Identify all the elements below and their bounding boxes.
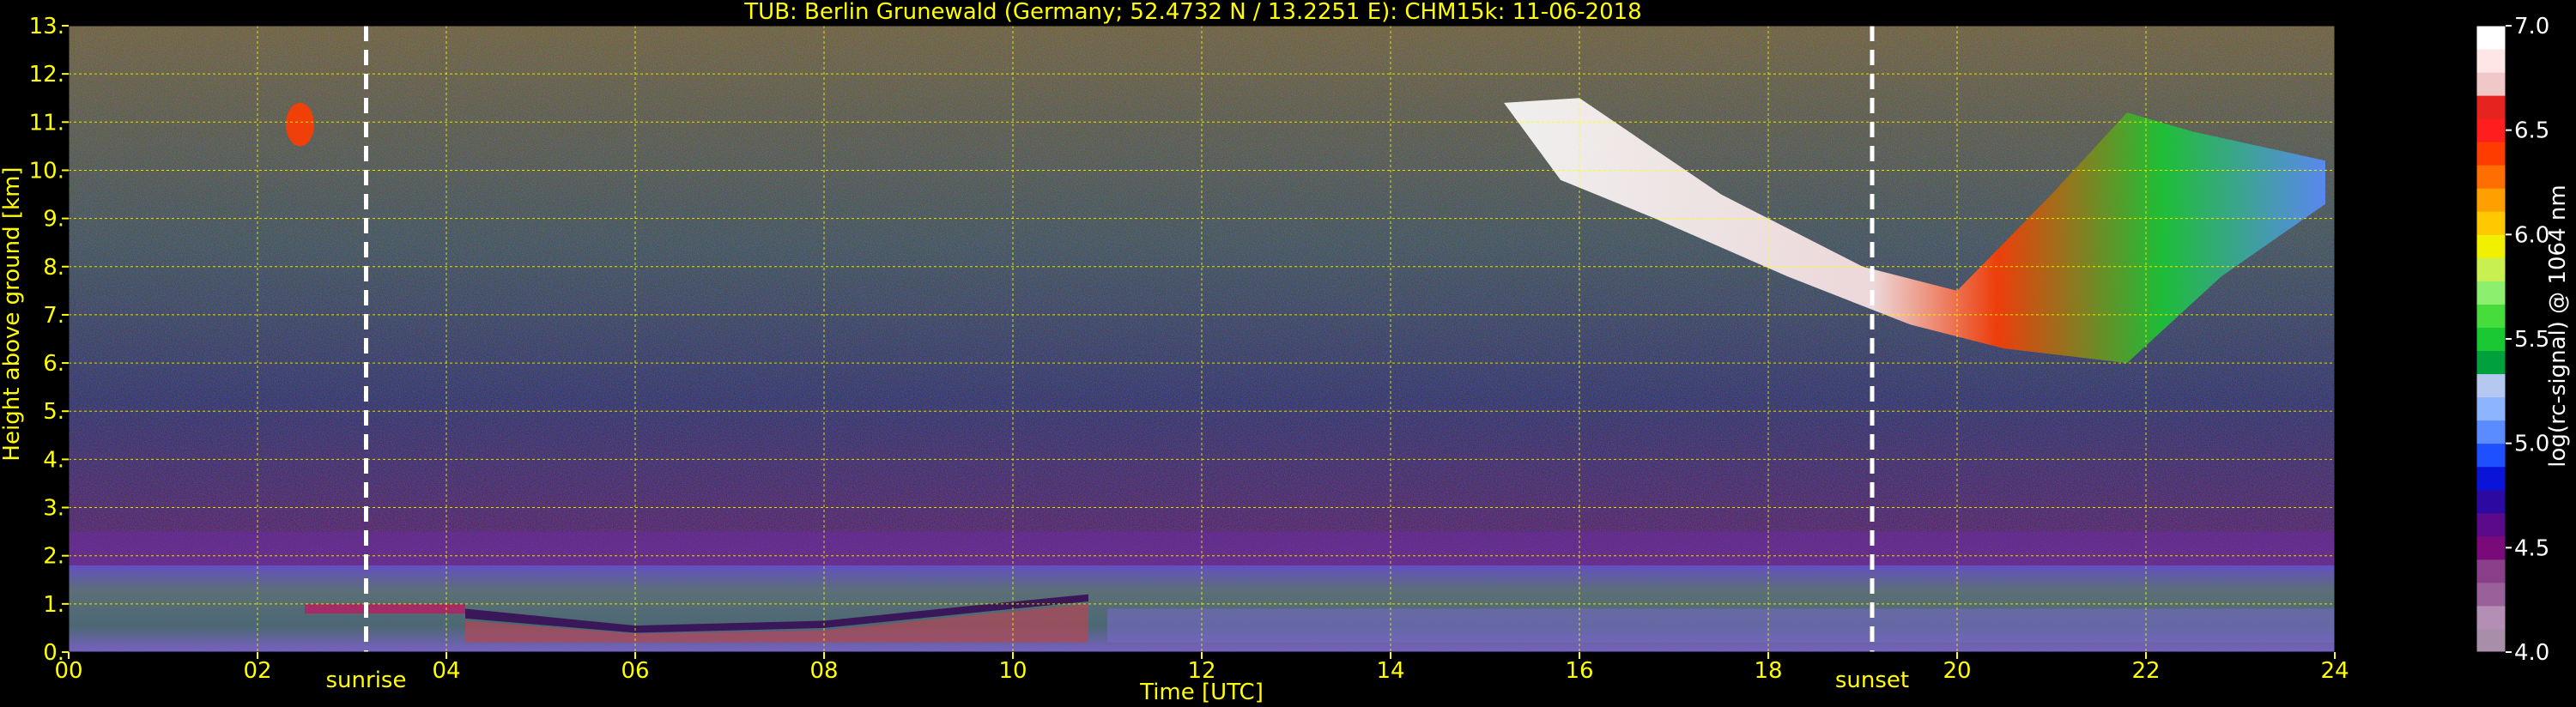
colorbar-segment xyxy=(2476,466,2506,491)
colorbar-segment xyxy=(2476,257,2506,281)
colorbar-segment xyxy=(2476,142,2506,166)
colorbar-segment xyxy=(2476,420,2506,444)
colorbar-segment xyxy=(2476,327,2506,352)
x-tick-label: 08 xyxy=(809,658,838,684)
colorbar-segment xyxy=(2476,582,2506,607)
colorbar-segment xyxy=(2476,350,2506,375)
colorbar-tick-label: 4.0 xyxy=(2514,640,2549,666)
colorbar-tick-label: 4.5 xyxy=(2514,535,2549,561)
colorbar-segment xyxy=(2476,373,2506,398)
y-tick-label: 9. xyxy=(43,207,64,233)
x-tick-label: 18 xyxy=(1754,658,1782,684)
y-tick-label: 3. xyxy=(43,496,64,522)
night-cloud xyxy=(286,102,314,147)
y-tick-label: 4. xyxy=(43,447,64,473)
colorbar-segment xyxy=(2476,628,2506,653)
y-tick-label: 2. xyxy=(43,544,64,570)
colorbar-tick-label: 7.0 xyxy=(2514,14,2549,39)
colorbar-segment xyxy=(2476,118,2506,142)
colorbar-segment xyxy=(2476,443,2506,468)
y-tick-label: 6. xyxy=(43,351,64,377)
ceilometer-figure: sunrise sunset 00 02 04 06 08 10 12 14 16 18 20 22 24… xyxy=(0,0,2571,705)
x-tick-label: 22 xyxy=(2131,658,2160,684)
colorbar-segment xyxy=(2476,26,2506,50)
colorbar-segment xyxy=(2476,95,2506,119)
y-axis-label: Height above ground [km] xyxy=(0,166,25,461)
colorbar-segment xyxy=(2476,281,2506,305)
colorbar-segment xyxy=(2476,559,2506,583)
y-tick-label: 11. xyxy=(29,110,64,136)
colorbar-segment xyxy=(2476,489,2506,514)
y-tick-label: 5. xyxy=(43,399,64,425)
colorbar: 4.04.55.05.56.06.57.0 xyxy=(2476,14,2549,666)
colorbar-segment xyxy=(2476,165,2506,189)
sunset-label: sunset xyxy=(1835,668,1909,693)
colorbar-segment xyxy=(2476,535,2506,560)
colorbar-label: log(rc-signal) @ 1064 nm xyxy=(2545,184,2571,467)
colorbar-segment xyxy=(2476,512,2506,537)
colorbar-segment xyxy=(2476,234,2506,258)
x-tick-label: 10 xyxy=(998,658,1027,684)
colorbar-segment xyxy=(2476,304,2506,328)
y-tick-label: 7. xyxy=(43,303,64,329)
x-tick-label: 20 xyxy=(1943,658,1971,684)
colorbar-segment xyxy=(2476,188,2506,212)
y-tick-label: 1. xyxy=(43,592,64,618)
chart-title: TUB: Berlin Grunewald (Germany; 52.4732 … xyxy=(743,0,1641,25)
colorbar-segment xyxy=(2476,72,2506,96)
x-tick-label: 04 xyxy=(432,658,460,684)
colorbar-tick-label: 6.5 xyxy=(2514,118,2549,144)
y-tick-label: 13. xyxy=(29,14,64,39)
colorbar-segment xyxy=(2476,605,2506,630)
x-tick-label: 14 xyxy=(1376,658,1404,684)
sunrise-label: sunrise xyxy=(326,668,407,693)
x-axis-label: Time [UTC] xyxy=(1139,680,1264,705)
y-tick-label: 12. xyxy=(29,62,64,88)
x-tick-label: 24 xyxy=(2320,658,2349,684)
x-tick-label: 16 xyxy=(1565,658,1593,684)
y-tick-label: 8. xyxy=(43,255,64,281)
x-tick-label: 06 xyxy=(621,658,649,684)
y-tick-label: 10. xyxy=(29,158,64,184)
x-tick-label: 02 xyxy=(243,658,271,684)
colorbar-segment xyxy=(2476,49,2506,73)
colorbar-segment xyxy=(2476,396,2506,421)
y-tick-label: 0. xyxy=(43,640,64,666)
colorbar-segment xyxy=(2476,211,2506,235)
